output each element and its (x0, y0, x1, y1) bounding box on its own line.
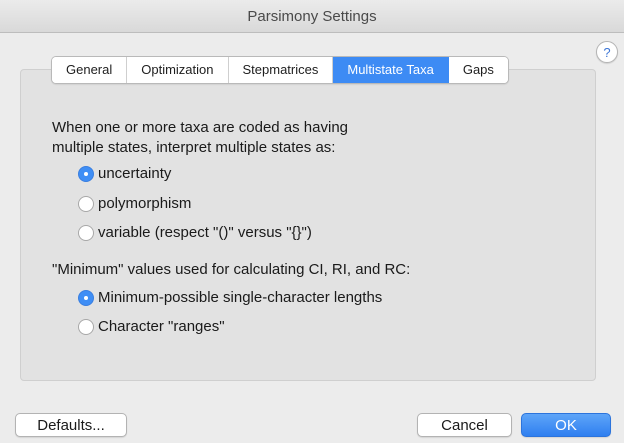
radio-label: variable (respect "()" versus "{}") (98, 224, 312, 241)
radio-uncertainty[interactable]: uncertainty (78, 165, 171, 182)
tab-optimization[interactable]: Optimization (127, 57, 229, 83)
radio-label: uncertainty (98, 165, 172, 182)
defaults-button[interactable]: Defaults... (15, 413, 127, 437)
multistate-intro: When one or more taxa are coded as havin… (52, 118, 452, 158)
radio-label: polymorphism (98, 195, 192, 212)
ok-button[interactable]: OK (521, 413, 611, 437)
radio-button-selected[interactable] (78, 289, 94, 306)
cancel-button[interactable]: Cancel (417, 413, 512, 437)
radio-label: Character "ranges" (98, 318, 225, 335)
radio-button-selected[interactable] (78, 165, 94, 182)
tab-gaps[interactable]: Gaps (448, 57, 508, 83)
radio-minimum-possible[interactable]: Minimum-possible single-character length… (78, 289, 382, 306)
radio-button[interactable] (78, 224, 94, 241)
radio-variable[interactable]: variable (respect "()" versus "{}") (78, 224, 312, 241)
window-title: Parsimony Settings (247, 7, 377, 25)
window-titlebar: Parsimony Settings (0, 0, 624, 33)
question-mark-icon: ? (603, 44, 611, 60)
tab-multistate-taxa[interactable]: Multistate Taxa (333, 57, 449, 83)
intro-line-2: multiple states, interpret multiple stat… (52, 139, 336, 156)
radio-character-ranges[interactable]: Character "ranges" (78, 318, 225, 335)
tab-stepmatrices[interactable]: Stepmatrices (228, 57, 334, 83)
tab-general[interactable]: General (52, 57, 128, 83)
radio-button[interactable] (78, 318, 94, 335)
radio-polymorphism[interactable]: polymorphism (78, 195, 191, 212)
tab-bar: General Optimization Stepmatrices Multis… (51, 56, 509, 84)
minimum-values-label: "Minimum" values used for calculating CI… (52, 261, 411, 278)
radio-button[interactable] (78, 195, 94, 212)
intro-line-1: When one or more taxa are coded as havin… (52, 119, 349, 136)
help-button[interactable]: ? (596, 41, 618, 63)
radio-label: Minimum-possible single-character length… (98, 289, 383, 306)
